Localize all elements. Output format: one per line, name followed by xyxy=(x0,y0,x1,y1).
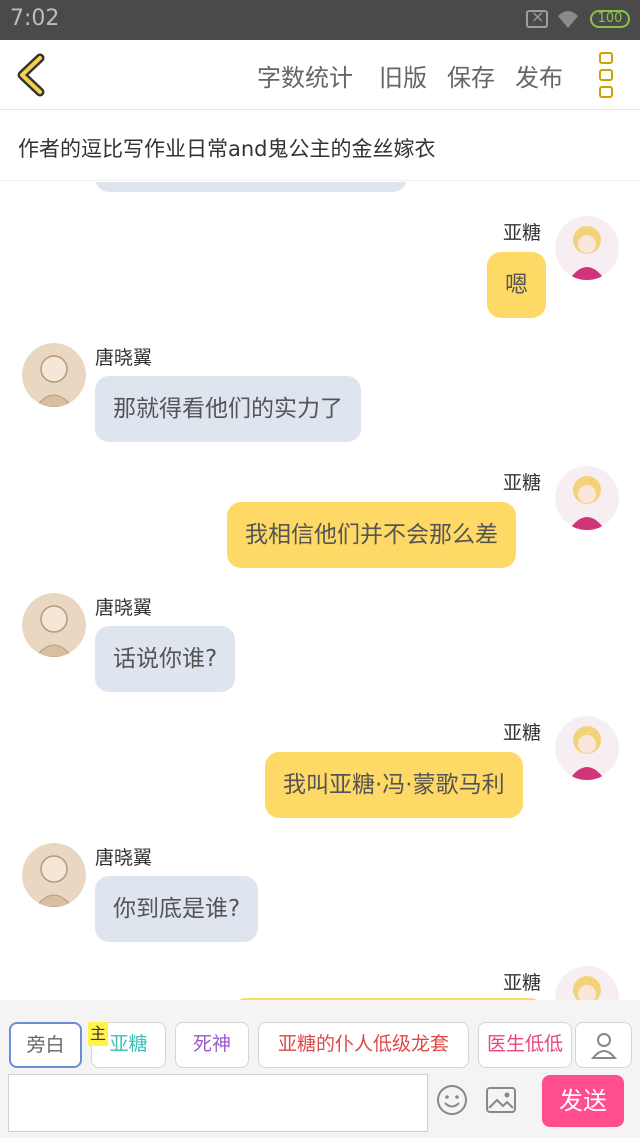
story-title: 作者的逗比写作业日常and鬼公主的金丝嫁衣 xyxy=(18,137,436,161)
message-input[interactable] xyxy=(8,1074,428,1132)
sender-name: 亚糖 xyxy=(503,222,542,244)
wifi-icon xyxy=(558,11,578,28)
battery-icon: 100 xyxy=(590,10,630,28)
character-chip-death[interactable]: 死神 xyxy=(175,1022,249,1068)
avatar-tangxiaoyi[interactable] xyxy=(22,343,86,407)
send-button[interactable]: 发送 xyxy=(542,1075,624,1127)
top-toolbar: 字数统计 旧版 保存 发布 xyxy=(0,40,640,110)
chat-bubble-left[interactable]: 话说你谁? xyxy=(95,626,236,692)
avatar-tangxiaoyi[interactable] xyxy=(22,593,86,657)
chat-bubble-right[interactable]: 我相信他们并不会那么差 xyxy=(227,502,516,568)
sender-name: 亚糖 xyxy=(503,472,542,494)
publish-button[interactable]: 发布 xyxy=(515,58,563,93)
user-icon xyxy=(590,1033,617,1059)
avatar-yatang[interactable] xyxy=(555,966,619,1000)
character-selector: 旁白 亚糖 主 死神 亚糖的仆人低级龙套 医生低低 xyxy=(0,1000,640,1070)
save-button[interactable]: 保存 xyxy=(447,58,495,93)
old-version-button[interactable]: 旧版 xyxy=(379,58,427,93)
character-chip-narration[interactable]: 旁白 xyxy=(9,1022,82,1068)
character-chip-doctor[interactable]: 医生低低 xyxy=(478,1022,572,1068)
status-bar: 7:02 100 xyxy=(0,0,640,40)
sender-name: 唐晓翼 xyxy=(95,847,153,869)
sender-name: 唐晓翼 xyxy=(95,597,153,619)
avatar-yatang[interactable] xyxy=(555,716,619,780)
status-time: 7:02 xyxy=(10,6,60,31)
chat-area[interactable]: 亚糖 嗯 唐晓翼 那就得看他们的实力了 亚糖 我相信他们并不会那么差 唐晓翼 话… xyxy=(0,182,640,1000)
sender-name: 亚糖 xyxy=(503,972,542,994)
sender-name: 亚糖 xyxy=(503,722,542,744)
more-menu-icon[interactable] xyxy=(597,52,617,98)
back-icon[interactable] xyxy=(12,52,52,98)
main-character-badge: 主 xyxy=(88,1022,108,1046)
story-title-bar[interactable]: 作者的逗比写作业日常and鬼公主的金丝嫁衣 xyxy=(0,111,640,181)
chat-bubble-partial xyxy=(95,182,407,192)
no-sim-icon xyxy=(526,7,548,28)
avatar-yatang[interactable] xyxy=(555,466,619,530)
add-character-button[interactable] xyxy=(575,1022,632,1068)
avatar-yatang[interactable] xyxy=(555,216,619,280)
avatar-tangxiaoyi[interactable] xyxy=(22,843,86,907)
app-screen: 7:02 100 字数统计 旧版 保存 发布 作者的逗比写作业日常and鬼公主的… xyxy=(0,0,640,1138)
chat-bubble-right[interactable]: 我叫亚糖·冯·蒙歌马利 xyxy=(265,752,523,818)
word-count-button[interactable]: 字数统计 xyxy=(257,58,353,93)
emoji-icon[interactable] xyxy=(436,1084,468,1116)
sender-name: 唐晓翼 xyxy=(95,347,153,369)
image-icon[interactable] xyxy=(485,1086,517,1114)
character-chip-servant[interactable]: 亚糖的仆人低级龙套 xyxy=(258,1022,469,1068)
chat-bubble-left[interactable]: 那就得看他们的实力了 xyxy=(95,376,361,442)
chat-bubble-right[interactable]: 嗯 xyxy=(487,252,546,318)
input-bar: 发送 xyxy=(0,1070,640,1138)
chat-bubble-left[interactable]: 你到底是谁? xyxy=(95,876,259,942)
